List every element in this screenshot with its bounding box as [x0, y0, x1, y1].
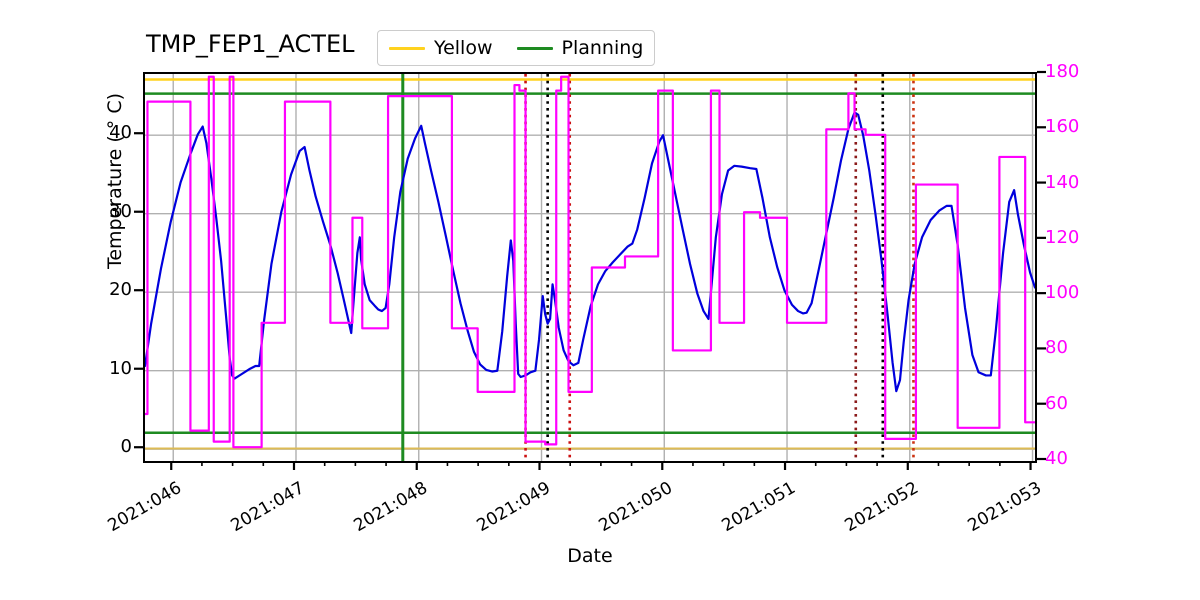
y-tick-label-right: 40: [1045, 448, 1068, 469]
legend-label-yellow: Yellow: [434, 37, 493, 59]
legend-swatch-planning: [516, 46, 553, 50]
y-tick-label-right: 180: [1045, 61, 1080, 82]
y-tick-label-right: 160: [1045, 116, 1080, 138]
legend-entry-planning[interactable]: Planning: [516, 37, 644, 59]
legend-swatch-yellow: [389, 46, 425, 50]
y-tick-label-right: 80: [1045, 337, 1068, 359]
x-tick-label: 2021:048: [350, 478, 431, 537]
chart-figure: TMP_FEP1_ACTEL Yellow Planning Temperatu…: [0, 0, 1200, 600]
y-tick-label-right: 140: [1045, 171, 1080, 193]
x-axis-label: Date: [567, 545, 613, 567]
y-tick-label-left: 10: [109, 357, 132, 379]
x-tick-label: 2021:047: [227, 478, 308, 537]
y-tick-label-right: 120: [1045, 226, 1080, 248]
y-tick-label-right: 60: [1045, 392, 1068, 414]
x-tick-label: 2021:052: [841, 478, 922, 537]
plot-area: [143, 72, 1037, 463]
x-tick-label: 2021:046: [104, 478, 186, 537]
y-tick-label-left: 0: [120, 436, 132, 458]
gridlines: [145, 74, 1035, 461]
y-tick-label-left: 40: [109, 122, 132, 144]
y-axis-label-left: Temperature ( ° C): [104, 92, 126, 270]
data-series: [145, 75, 1035, 449]
x-tick-label: 2021:050: [595, 478, 677, 537]
y-tick-label-left: 30: [109, 200, 132, 222]
x-tick-label: 2021:051: [718, 478, 800, 537]
plot-canvas: [145, 74, 1035, 461]
y-tick-label-left: 20: [109, 279, 132, 301]
x-tick-label: 2021:049: [472, 478, 554, 537]
chart-title: TMP_FEP1_ACTEL: [146, 30, 355, 58]
legend-label-planning: Planning: [561, 37, 644, 59]
legend-entry-yellow[interactable]: Yellow: [389, 37, 493, 59]
chart-legend: Yellow Planning: [377, 30, 656, 66]
y-tick-label-right: 100: [1045, 282, 1080, 304]
x-tick-label: 2021:053: [963, 478, 1045, 537]
